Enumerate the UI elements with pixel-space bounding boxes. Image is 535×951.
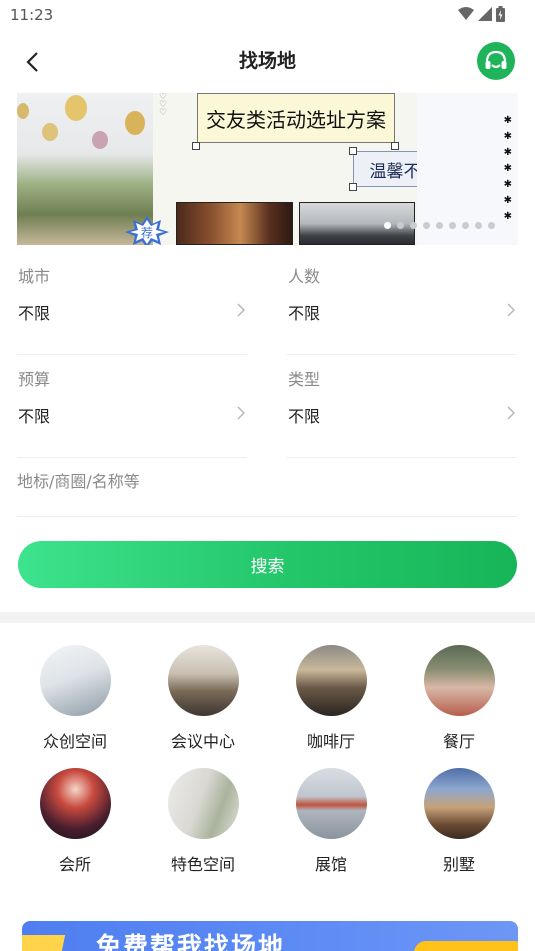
carousel-dot[interactable] [410,222,417,229]
banner-handle [391,142,399,150]
find-venue-promo-banner[interactable]: 免费帮我找场地 [22,921,518,951]
club-photo [40,768,111,839]
keyword-field [17,450,517,517]
banner-cafe-photo [176,202,293,245]
people-filter-value: 不限 [288,304,321,323]
search-button[interactable]: 搜索 [18,541,517,588]
nav-bar: 找场地 [0,30,535,90]
banner-handle [349,183,357,191]
carousel-dot[interactable] [384,222,391,229]
carousel-dot[interactable] [449,222,456,229]
promo-badge [414,941,518,951]
banner-heart-deco: ♡ ♡ ♡ [159,93,168,118]
status-time: 11:23 [10,6,54,24]
page-title: 找场地 [238,50,296,72]
section-divider [0,612,535,623]
coworking-space-photo [40,645,111,716]
chevron-right-icon [507,406,515,420]
battery-icon [496,6,505,22]
category-label: 会所 [58,855,91,874]
customer-service-button[interactable] [477,42,515,80]
carousel-dot[interactable] [475,222,482,229]
recommend-badge-text: 荐 [141,226,153,240]
category-label: 咖啡厅 [306,732,355,751]
chevron-right-icon [237,303,245,317]
city-filter-label: 城市 [18,267,51,286]
banner-handle [349,147,357,155]
type-filter[interactable]: 类型 不限 [287,355,517,458]
promo-text: 免费帮我找场地 [96,932,286,951]
category-coworking[interactable]: 众创空间 [20,645,130,755]
headset-icon [485,50,507,69]
category-exhibition[interactable]: 展馆 [276,768,386,878]
carousel-dot[interactable] [397,222,404,229]
category-villa[interactable]: 别墅 [404,768,514,878]
budget-filter-value: 不限 [18,407,51,426]
promo-logo-icon [22,935,66,951]
city-filter[interactable]: 城市 不限 [17,252,247,355]
carousel-dot[interactable] [462,222,469,229]
banner-title: 交友类活动选址方案 [197,93,395,143]
carousel-dot[interactable] [488,222,495,229]
carousel-dot[interactable] [423,222,430,229]
banner-carousel[interactable]: ♡ ♡ ♡ 交友类活动选址方案 温馨不踩雷 ✱ ✱ ✱ ✱ ✱ ✱ ✱ 荐 [17,93,518,245]
category-label: 餐厅 [442,732,475,751]
category-label: 特色空间 [170,855,235,874]
type-filter-label: 类型 [288,370,321,389]
restaurant-photo [424,645,495,716]
city-filter-value: 不限 [18,304,51,323]
people-filter[interactable]: 人数 不限 [287,252,517,355]
cafe-photo [296,645,367,716]
carousel-dot[interactable] [436,222,443,229]
category-restaurant[interactable]: 餐厅 [404,645,514,755]
keyword-input[interactable] [17,468,517,494]
special-space-photo [168,768,239,839]
chevron-right-icon [507,303,515,317]
banner-handle [192,142,200,150]
wifi-icon [458,7,474,20]
exhibition-hall-photo [296,768,367,839]
budget-filter[interactable]: 预算 不限 [17,355,247,458]
chevron-right-icon [237,406,245,420]
category-label: 展馆 [314,855,347,874]
category-conference[interactable]: 会议中心 [148,645,258,755]
status-icons [458,6,505,22]
category-special-space[interactable]: 特色空间 [148,768,258,878]
banner-star-deco: ✱ ✱ ✱ ✱ ✱ ✱ ✱ [503,115,512,222]
conference-center-photo [168,645,239,716]
signal-icon [478,7,492,21]
category-label: 别墅 [442,855,475,874]
category-club[interactable]: 会所 [20,768,130,878]
recommend-badge-icon: 荐 [125,216,169,245]
type-filter-value: 不限 [288,407,321,426]
carousel-dots[interactable] [384,222,495,229]
status-bar: 11:23 [0,0,535,30]
villa-photo [424,768,495,839]
category-label: 众创空间 [42,732,107,751]
people-filter-label: 人数 [288,267,321,286]
category-cafe[interactable]: 咖啡厅 [276,645,386,755]
budget-filter-label: 预算 [18,370,51,389]
category-label: 会议中心 [170,732,235,751]
